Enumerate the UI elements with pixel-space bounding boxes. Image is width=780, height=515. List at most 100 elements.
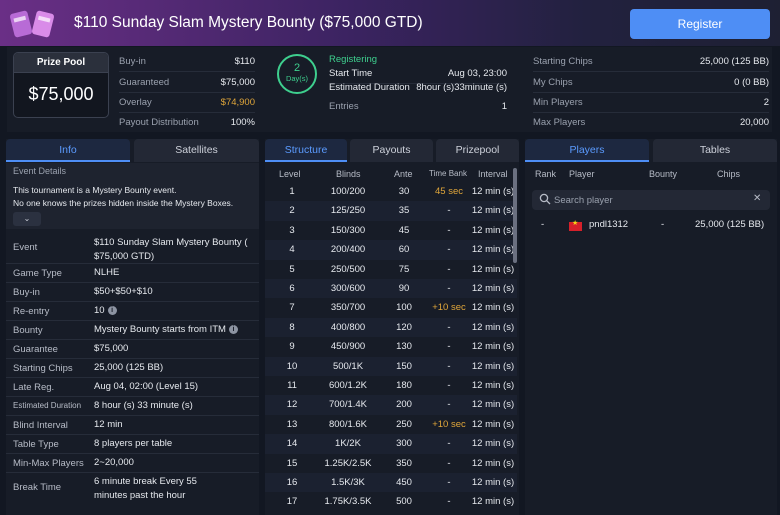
structure-cell-blinds: 350/700: [330, 302, 366, 314]
tab-structure[interactable]: Structure: [265, 139, 347, 162]
structure-scrollbar[interactable]: [513, 168, 517, 263]
clear-search-icon[interactable]: ✕: [753, 193, 761, 204]
info-row-break-time: Break Time 6 minute break Every 55 minut…: [13, 476, 197, 501]
info-row-event: Event $110 Sunday Slam Mystery Bounty ( …: [6, 234, 259, 264]
structure-cell-blinds: 1.25K/2.5K: [324, 457, 372, 469]
summary-min-players: Min Players 2: [533, 93, 769, 113]
structure-cell-blinds: 100/200: [330, 186, 366, 197]
structure-cell-interval: 12 min (s): [471, 224, 515, 236]
expand-details-button[interactable]: ⌄: [13, 212, 41, 226]
structure-row: 2 125/250 35 - 12 min (s): [265, 201, 517, 221]
structure-cell-ante: 130: [396, 341, 412, 353]
tab-players[interactable]: Players: [525, 139, 649, 162]
structure-tabs: Structure Payouts Prizepool: [265, 139, 519, 163]
structure-row: 5 250/500 75 - 12 min (s): [265, 260, 517, 279]
col-chips: Chips: [717, 169, 741, 179]
col-time-bank: Time Bank: [429, 169, 467, 178]
event-details-title: Event Details: [13, 166, 67, 176]
info-row-re-entry: Re-entry 10 i: [6, 302, 259, 321]
tournament-title: $110 Sunday Slam Mystery Bounty ($75,000…: [74, 14, 423, 31]
players-tabs: Players Tables: [525, 139, 777, 163]
player-chips: 25,000 (125 BB): [695, 219, 765, 230]
structure-cell-blinds: 250/500: [330, 263, 366, 275]
info-row-starting-chips: Starting Chips 25,000 (125 BB): [6, 359, 259, 378]
structure-cell-time-bank: -: [447, 399, 451, 411]
tab-tables[interactable]: Tables: [653, 139, 777, 162]
structure-cell-interval: 12 min (s): [471, 438, 515, 450]
structure-row: 1 100/200 30 45 sec 12 min (s): [265, 182, 517, 201]
structure-cell-ante: 120: [396, 321, 412, 333]
structure-cell-interval: 12 min (s): [471, 360, 515, 372]
days-badge: 2 Day(s): [277, 54, 317, 94]
col-player: Player: [569, 169, 595, 179]
structure-cell-level: 4: [289, 244, 295, 256]
structure-cell-level: 15: [286, 457, 298, 469]
info-tabs: Info Satellites: [6, 139, 259, 163]
register-button[interactable]: Register: [630, 9, 770, 39]
structure-cell-blinds: 400/800: [330, 321, 366, 333]
structure-cell-level: 14: [286, 438, 298, 450]
info-row-game-type: Game Type NLHE: [6, 264, 259, 283]
info-panel: Info Satellites Event Details This tourn…: [6, 139, 259, 515]
structure-cell-ante: 200: [396, 399, 412, 411]
structure-cell-level: 11: [287, 380, 297, 391]
tab-prizepool[interactable]: Prizepool: [436, 139, 519, 162]
structure-cell-level: 12: [286, 399, 298, 411]
structure-cell-interval: 12 min (s): [471, 341, 515, 353]
search-input[interactable]: [554, 192, 744, 208]
structure-cell-level: 1: [289, 186, 295, 197]
structure-cell-level: 9: [289, 341, 295, 353]
structure-cell-ante: 30: [398, 186, 410, 197]
prize-pool-box: Prize Pool $75,000: [13, 52, 109, 118]
summary-guaranteed: Guaranteed $75,000: [119, 73, 255, 93]
structure-panel: Structure Payouts Prizepool Level Blinds…: [265, 139, 519, 515]
structure-cell-blinds: 300/600: [330, 283, 366, 294]
structure-row: 6 300/600 90 - 12 min (s): [265, 279, 517, 299]
player-name[interactable]: pndl1312: [589, 219, 628, 230]
structure-cell-blinds: 500/1K: [332, 360, 364, 372]
structure-cell-ante: 100: [396, 302, 412, 314]
bounty-info-icon[interactable]: i: [228, 324, 238, 334]
structure-cell-ante: 450: [396, 477, 412, 488]
summary-estimated-duration: Estimated Duration 8hour (s)33minute (s): [329, 82, 507, 93]
col-level: Level: [279, 169, 301, 179]
structure-cell-interval: 12 min (s): [471, 457, 515, 469]
summary-my-chips: My Chips 0 (0 BB): [533, 73, 769, 93]
days-unit: Day(s): [285, 74, 309, 83]
structure-cell-blinds: 1.5K/3K: [331, 477, 365, 488]
player-search[interactable]: ✕: [532, 190, 770, 210]
info-row-table-type: Table Type 8 players per table: [6, 435, 259, 454]
structure-cell-level: 6: [289, 283, 295, 294]
structure-row: 4 200/400 60 - 12 min (s): [265, 240, 517, 260]
structure-cell-blinds: 150/300: [330, 224, 366, 236]
info-row-estimated-duration: Estimated Duration 8 hour (s) 33 minute …: [6, 397, 259, 416]
structure-row: 17 1.75K/3.5K 500 - 12 min (s): [265, 492, 517, 511]
mystery-box-logo-icon: [10, 10, 54, 38]
re-entry-info-icon[interactable]: i: [107, 305, 117, 315]
tab-info[interactable]: Info: [6, 139, 130, 162]
search-icon: [539, 193, 551, 205]
tab-payouts[interactable]: Payouts: [350, 139, 433, 162]
structure-row: 9 450/900 130 - 12 min (s): [265, 337, 517, 356]
structure-cell-interval: 12 min (s): [471, 496, 515, 508]
structure-row: 11 600/1.2K 180 - 12 min (s): [265, 376, 517, 395]
col-blinds: Blinds: [336, 169, 361, 179]
structure-cell-ante: 500: [396, 496, 412, 508]
summary-payout-distribution: Payout Distribution 100%: [119, 117, 255, 128]
structure-cell-level: 5: [289, 263, 295, 275]
prize-pool-label: Prize Pool: [14, 53, 108, 73]
structure-cell-time-bank: -: [447, 477, 451, 488]
structure-cell-interval: 12 min (s): [471, 399, 515, 411]
col-ante: Ante: [394, 169, 413, 179]
info-row-buy-in: Buy-in $50+$50+$10: [6, 283, 259, 302]
structure-cell-level: 3: [289, 224, 295, 236]
structure-cell-blinds: 600/1.2K: [328, 380, 368, 391]
structure-cell-level: 13: [286, 418, 298, 430]
prize-pool-value: $75,000: [28, 84, 94, 104]
structure-cell-ante: 250: [396, 418, 412, 430]
structure-cell-level: 10: [286, 360, 298, 372]
structure-cell-level: 16: [286, 477, 298, 488]
chevron-down-icon: ⌄: [23, 214, 31, 223]
structure-cell-blinds: 700/1.4K: [328, 399, 368, 411]
tab-satellites[interactable]: Satellites: [134, 139, 259, 162]
